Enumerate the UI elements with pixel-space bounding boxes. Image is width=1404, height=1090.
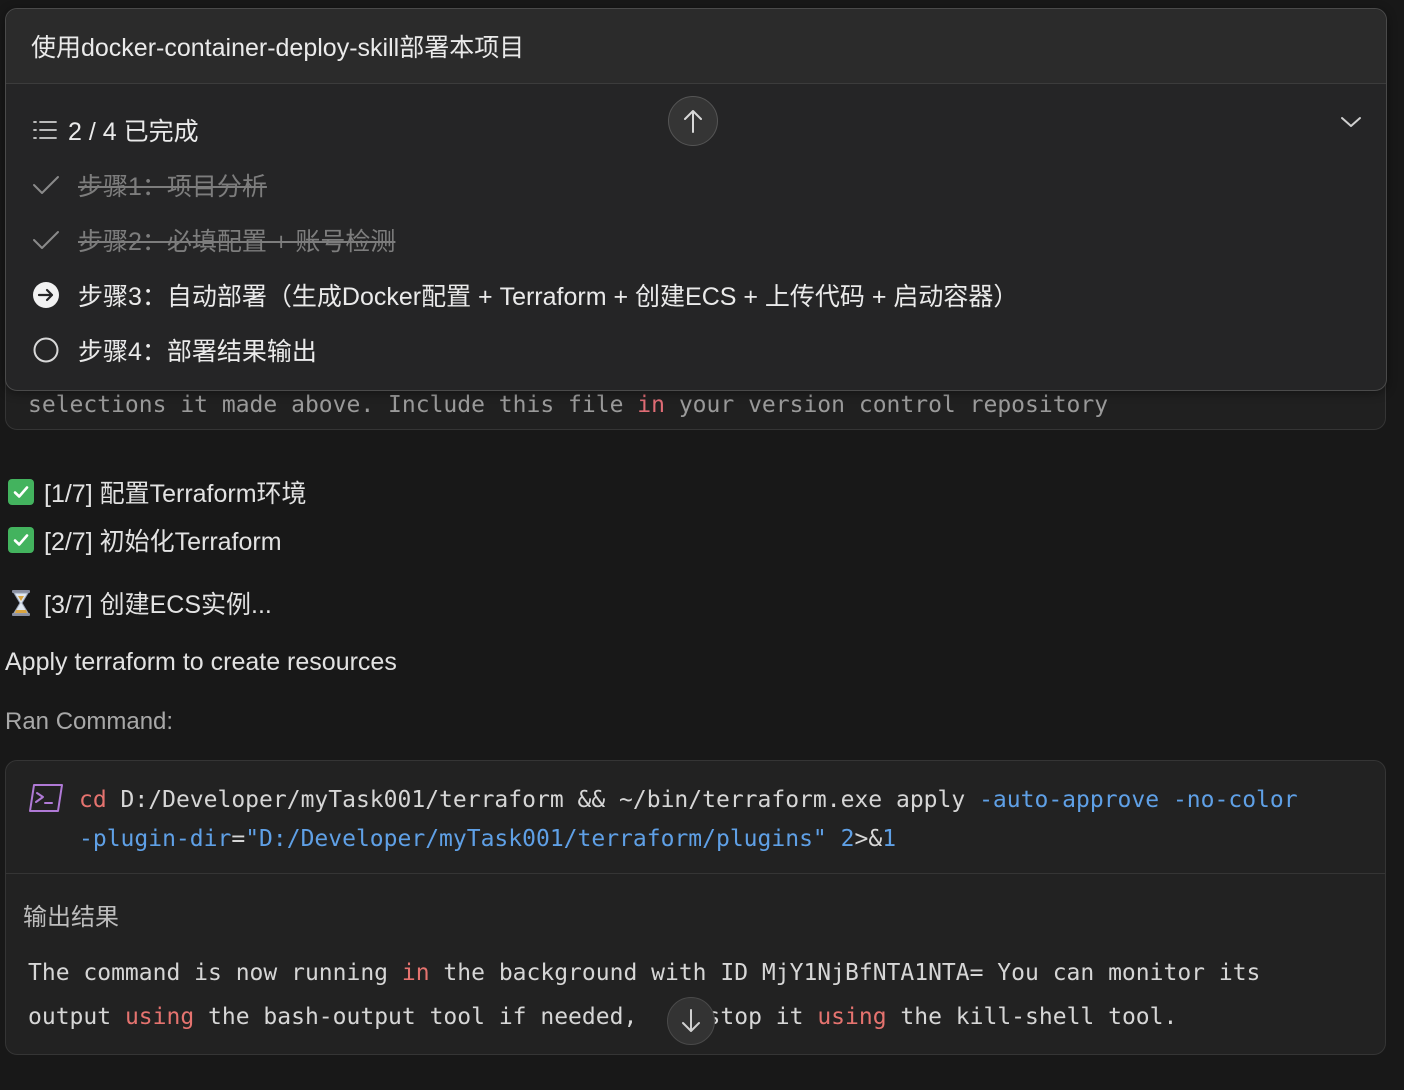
command-text[interactable]: cd D:/Developer/myTask001/terraform && ~… — [79, 781, 1369, 859]
command-section: cd D:/Developer/myTask001/terraform && ~… — [6, 761, 1385, 874]
task-step-1: 步骤1：项目分析 — [32, 167, 267, 203]
hourglass-icon — [8, 588, 34, 618]
previous-output-line: selections it made above. Include this f… — [28, 392, 1109, 418]
arrow-down-icon — [682, 1009, 700, 1032]
task-title: 使用docker-container-deploy-skill部署本项目 — [6, 9, 1386, 84]
scroll-down-button[interactable] — [667, 997, 715, 1045]
ran-command-label: Ran Command: — [5, 708, 174, 735]
checkmark-icon — [32, 171, 60, 199]
task-panel: 使用docker-container-deploy-skill部署本项目 2 /… — [5, 8, 1387, 391]
status-message: Apply terraform to create resources — [5, 648, 397, 676]
task-step-2: 步骤2：必填配置 + 账号检测 — [32, 222, 395, 258]
output-label: 输出结果 — [23, 904, 119, 931]
task-progress[interactable]: 2 / 4 已完成 — [32, 112, 199, 148]
empty-circle-icon — [32, 336, 60, 364]
checkmark-icon — [32, 226, 60, 254]
arrow-up-icon — [684, 110, 702, 133]
task-step-3: 步骤3：自动部署（生成Docker配置 + Terraform + 创建ECS … — [32, 277, 1018, 313]
progress-item-2: [2/7] 初始化Terraform — [8, 522, 282, 558]
arrow-circle-icon — [32, 281, 60, 309]
progress-text: 2 / 4 已完成 — [68, 118, 199, 146]
check-box-icon — [8, 479, 34, 505]
progress-item-3: [3/7] 创建ECS实例... — [8, 585, 272, 621]
scroll-up-button[interactable] — [668, 96, 718, 146]
progress-item-1: [1/7] 配置Terraform环境 — [8, 474, 307, 510]
task-step-4: 步骤4：部署结果输出 — [32, 332, 317, 368]
collapse-chevron-icon[interactable] — [1340, 115, 1362, 134]
list-icon — [33, 121, 57, 139]
terminal-icon — [28, 783, 64, 818]
check-box-icon — [8, 527, 34, 553]
